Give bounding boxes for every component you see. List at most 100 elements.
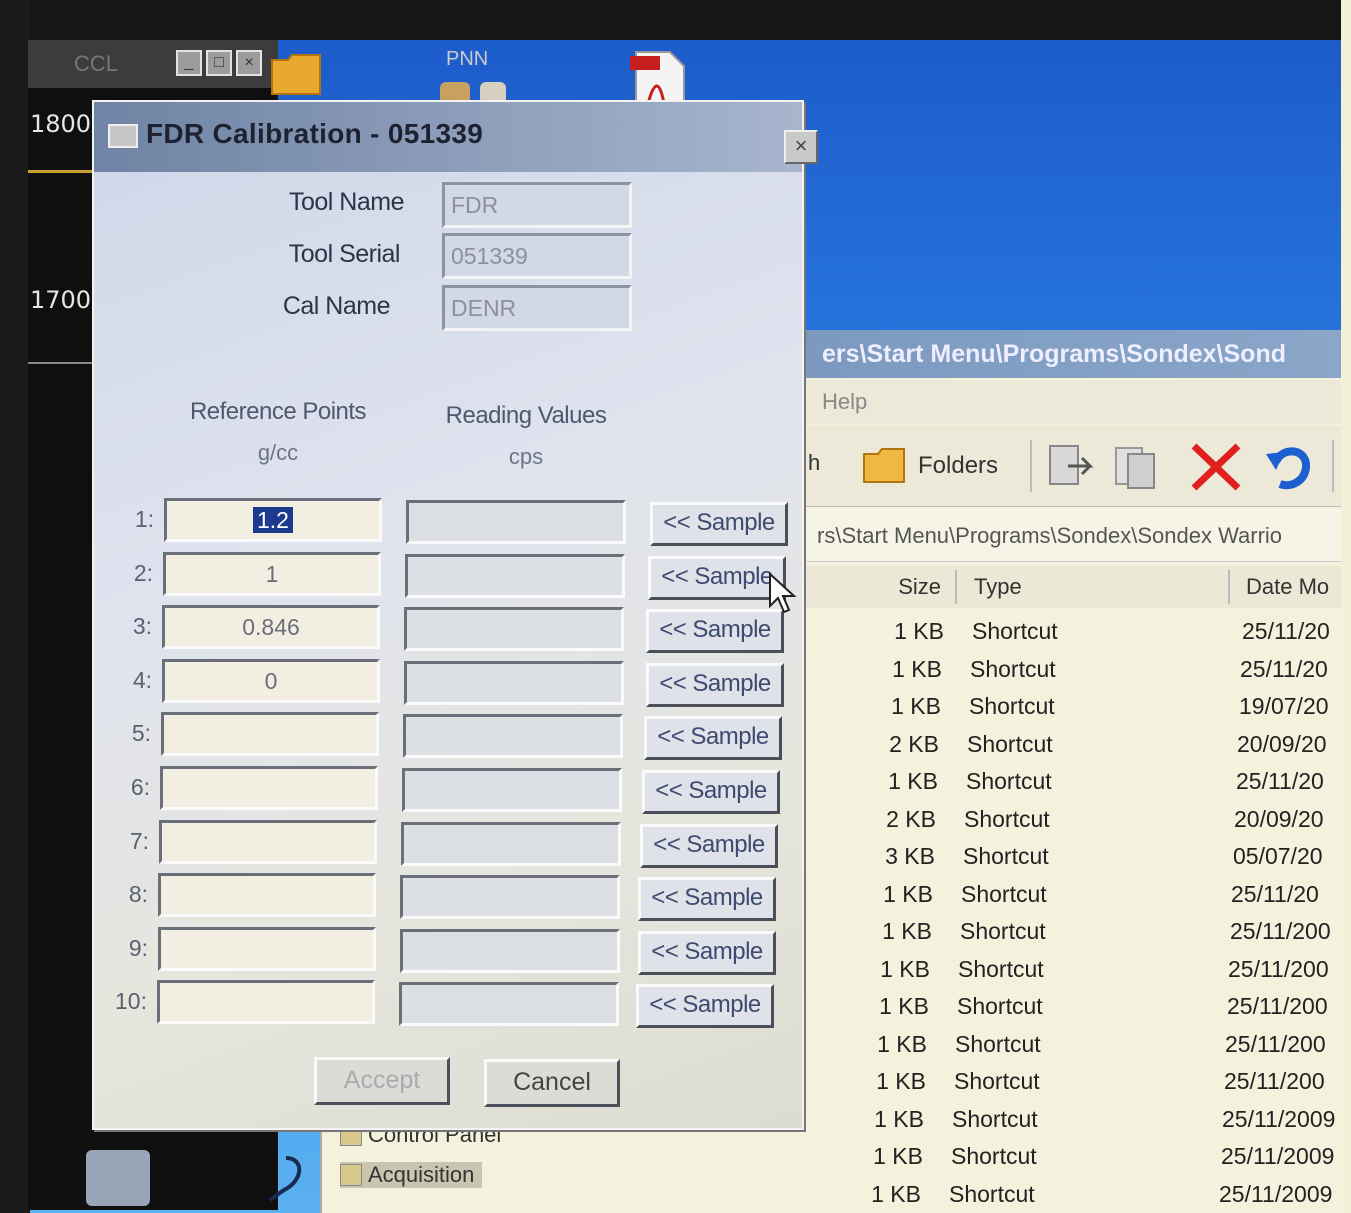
cell-date: 20/09/20: [1237, 730, 1327, 757]
delete-icon[interactable]: [1188, 440, 1244, 494]
monitor-bezel-top: [0, 0, 1351, 40]
cell-date: 25/11/20: [1236, 768, 1324, 794]
tool-serial-label: Tool Serial: [288, 240, 401, 268]
row-number: 4:: [132, 667, 152, 693]
ccl-titlebar: CCL _ □ ×: [28, 40, 278, 88]
sample-button[interactable]: << Sample: [648, 556, 786, 600]
row-number: 1:: [134, 506, 154, 532]
toolbar-separator: [1030, 440, 1032, 492]
reference-unit: g/cc: [257, 440, 299, 465]
reading-value-input[interactable]: [400, 875, 620, 919]
column-date[interactable]: Date Mo: [1234, 570, 1351, 604]
folder-icon: [863, 448, 905, 483]
reading-value-input[interactable]: [405, 554, 625, 598]
tool-name-label: Tool Name: [289, 188, 405, 216]
reference-point-input[interactable]: [161, 712, 379, 756]
reading-value-input[interactable]: [404, 661, 624, 705]
cell-date: 05/07/20: [1233, 843, 1323, 869]
list-item-acquisition[interactable]: Acquisition: [340, 1162, 483, 1188]
reference-point-input[interactable]: [158, 873, 376, 917]
reference-point-input[interactable]: 0.846: [162, 605, 380, 649]
sample-button[interactable]: << Sample: [642, 770, 780, 814]
reference-point-input[interactable]: 0: [162, 659, 380, 703]
cell-type: Shortcut: [952, 1105, 1038, 1132]
reading-value-input[interactable]: [399, 982, 619, 1026]
sample-button[interactable]: << Sample: [638, 877, 776, 921]
reference-point-value: 0.846: [242, 614, 300, 640]
reference-point-input[interactable]: 1: [163, 552, 381, 596]
cell-size: 1 KB: [891, 693, 941, 719]
cancel-button[interactable]: Cancel: [484, 1059, 620, 1107]
cell-size: 1 KB: [880, 955, 930, 982]
tool-name-field[interactable]: FDR: [442, 182, 632, 228]
sample-button[interactable]: << Sample: [636, 984, 774, 1028]
reference-point-input[interactable]: [157, 980, 375, 1024]
sample-button[interactable]: << Sample: [640, 824, 778, 868]
cell-size: 1 KB: [876, 1068, 926, 1094]
cell-size: 1 KB: [873, 1143, 923, 1169]
cell-type: Shortcut: [957, 993, 1043, 1019]
cal-name-field[interactable]: DENR: [442, 285, 632, 331]
cell-type: Shortcut: [964, 805, 1050, 832]
desktop-app-icon[interactable]: [86, 1150, 150, 1206]
cal-name-label: Cal Name: [282, 292, 391, 320]
cell-size: 1 KB: [888, 768, 938, 794]
move-to-icon[interactable]: [1044, 440, 1094, 492]
folders-button[interactable]: Folders: [862, 446, 998, 486]
cell-date: 25/11/200: [1224, 1068, 1325, 1094]
sample-button[interactable]: << Sample: [644, 716, 782, 760]
row-number: 6:: [130, 774, 150, 800]
reading-value-input[interactable]: [404, 607, 624, 651]
copy-to-icon[interactable]: [1112, 440, 1162, 492]
cell-date: 25/11/200: [1230, 918, 1331, 944]
reading-value-input[interactable]: [402, 768, 622, 812]
sample-button[interactable]: << Sample: [650, 502, 788, 546]
reading-value-input[interactable]: [401, 822, 621, 866]
scale-label-1800: 1800: [30, 110, 92, 138]
mouse-cursor-icon: [769, 572, 797, 614]
dialog-body: Tool Name FDR Tool Serial 051339 Cal Nam…: [94, 102, 806, 1132]
reference-point-value: 1: [265, 561, 279, 587]
scale-label-1700: 1700: [30, 286, 92, 314]
cell-size: 1 KB: [894, 618, 944, 644]
reading-value-input[interactable]: [400, 929, 620, 973]
column-size[interactable]: Size: [817, 570, 957, 604]
reference-point-input[interactable]: [158, 927, 376, 971]
cell-type: Shortcut: [972, 618, 1058, 644]
tool-serial-field[interactable]: 051339: [442, 233, 632, 279]
desktop-app-icon[interactable]: [256, 1150, 312, 1206]
sample-button[interactable]: << Sample: [646, 609, 784, 653]
reference-point-input[interactable]: 1.2: [164, 498, 382, 542]
maximize-icon[interactable]: □: [206, 50, 232, 76]
undo-icon[interactable]: [1262, 440, 1318, 494]
cell-type: Shortcut: [967, 730, 1053, 757]
column-type[interactable]: Type: [962, 570, 1230, 604]
accept-button[interactable]: Accept: [314, 1057, 450, 1105]
sample-button[interactable]: << Sample: [638, 931, 776, 975]
cell-type: Shortcut: [966, 768, 1052, 794]
cell-size: 1 KB: [877, 1030, 927, 1057]
cell-type: Shortcut: [970, 655, 1056, 682]
cell-type: Shortcut: [960, 918, 1046, 944]
cell-date: 25/11/20: [1240, 655, 1328, 682]
trace-line: [28, 170, 98, 173]
cell-size: 1 KB: [879, 993, 929, 1019]
row-number: 5:: [131, 720, 151, 746]
reading-value-input[interactable]: [406, 500, 626, 544]
cell-type: Shortcut: [951, 1143, 1037, 1169]
cell-size: 1 KB: [871, 1180, 921, 1207]
ccl-title: CCL: [74, 51, 119, 76]
toolbar-partial-label: h: [808, 450, 821, 475]
reference-point-input[interactable]: [160, 766, 378, 810]
close-icon[interactable]: ×: [236, 50, 262, 76]
folder-icon[interactable]: [270, 52, 322, 96]
cell-size: 1 KB: [874, 1105, 924, 1132]
reference-point-input[interactable]: [159, 820, 377, 864]
sample-button[interactable]: << Sample: [646, 663, 784, 707]
row-number: 8:: [128, 881, 148, 907]
monitor-bezel-left: [0, 0, 30, 1213]
reading-value-input[interactable]: [403, 714, 623, 758]
minimize-icon[interactable]: _: [176, 50, 202, 76]
cell-size: 1 KB: [883, 880, 933, 907]
close-icon[interactable]: ×: [784, 130, 818, 164]
